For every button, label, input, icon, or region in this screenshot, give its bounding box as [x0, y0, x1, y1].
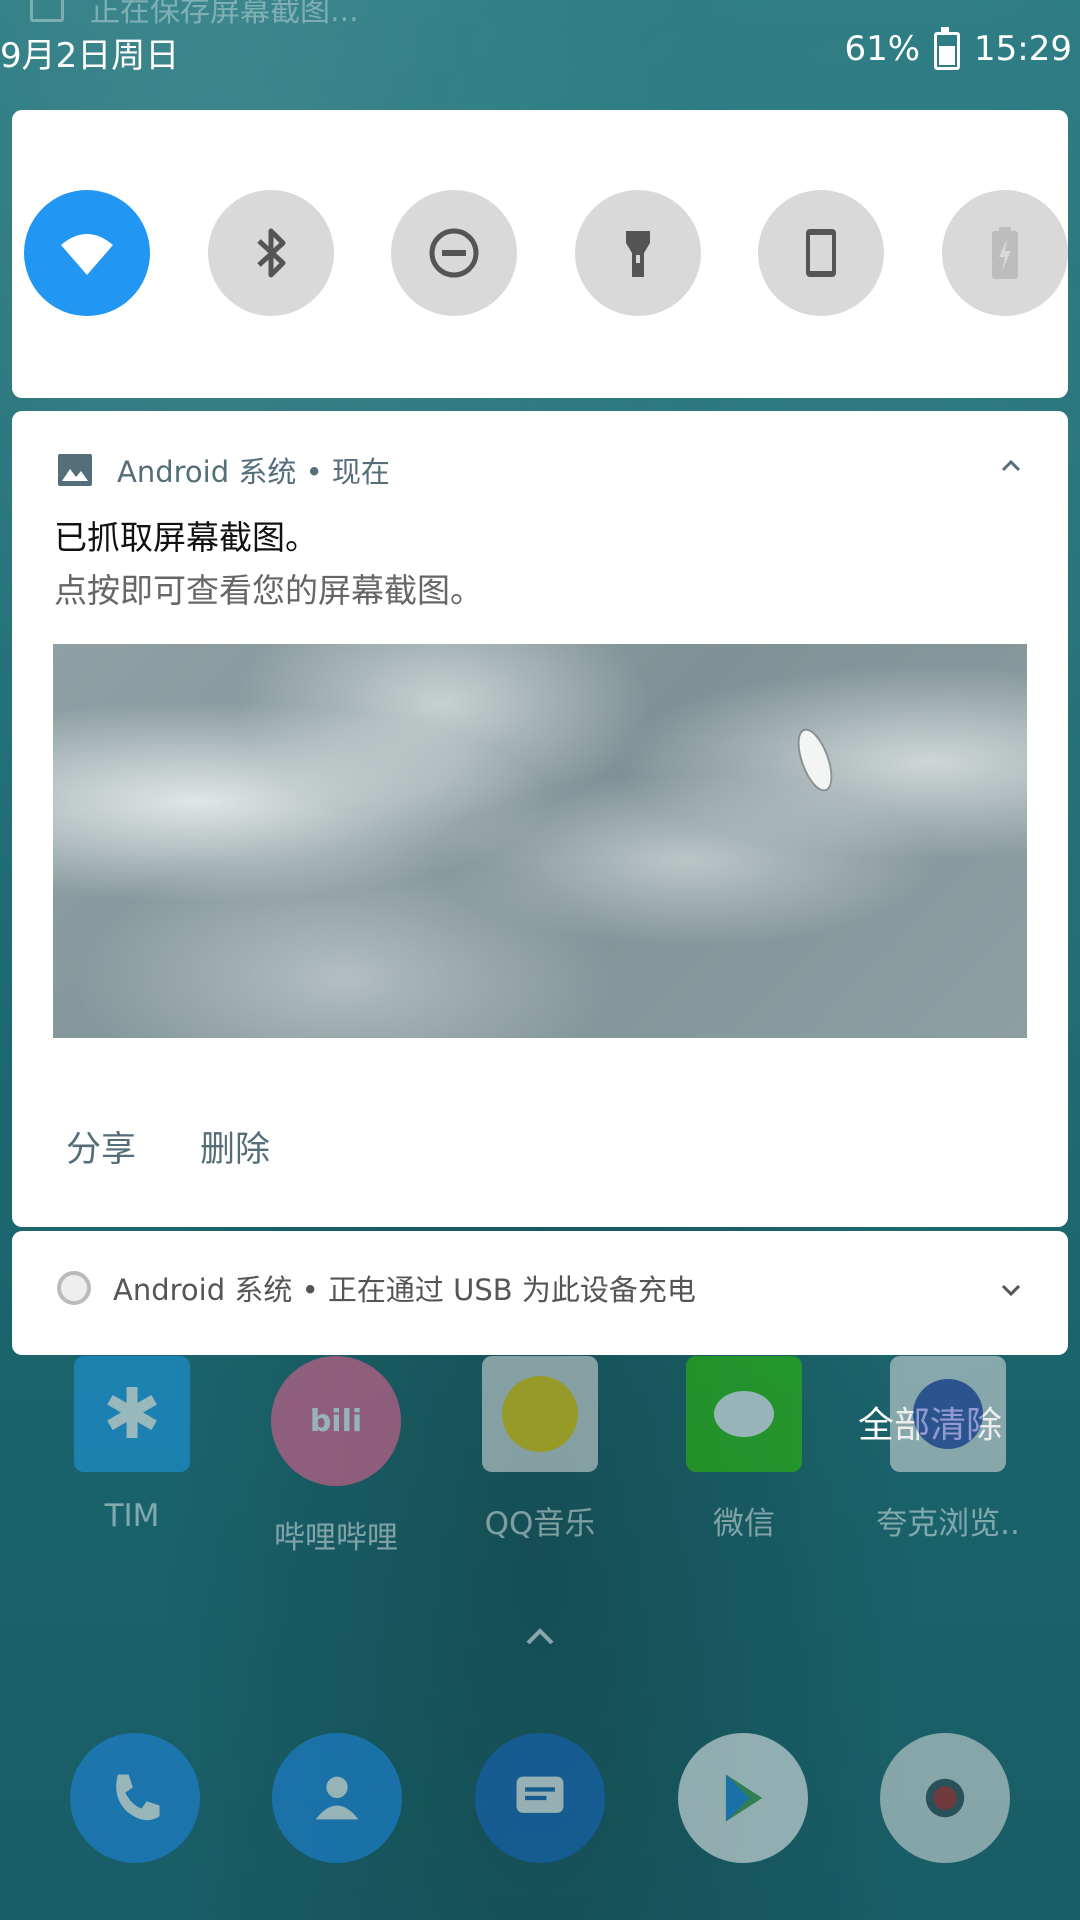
battery-charging-icon [934, 27, 961, 70]
status-date: 9月2日周日 [0, 36, 180, 76]
play-store-icon[interactable] [678, 1733, 808, 1863]
quick-settings-panel [12, 110, 1068, 398]
qs-tile-flashlight[interactable] [574, 190, 701, 316]
chevron-down-icon[interactable] [996, 1275, 1026, 1305]
quark-browser-icon [890, 1356, 1006, 1472]
delete-button[interactable]: 删除 [200, 1121, 270, 1172]
flashlight-icon [625, 231, 650, 277]
usb-icon [57, 1271, 91, 1305]
notification-app-name: Android 系统 [113, 1273, 293, 1307]
notification-text: • 正在通过 USB 为此设备充电 [301, 1273, 696, 1307]
app-label: TIM [104, 1498, 160, 1534]
qs-tile-do-not-disturb[interactable] [391, 190, 518, 316]
app-label: QQ音乐 [484, 1506, 596, 1542]
surfer-figure [793, 726, 837, 794]
status-time: 15:29 [974, 29, 1072, 69]
battery-saver-icon [991, 227, 1018, 279]
camera-icon[interactable] [880, 1733, 1010, 1863]
bilibili-icon: bili [271, 1356, 401, 1486]
phone-icon[interactable] [70, 1733, 200, 1863]
usb-charging-notification[interactable]: Android 系统 • 正在通过 USB 为此设备充电 [12, 1231, 1068, 1355]
qs-tile-bluetooth[interactable] [207, 190, 334, 316]
screenshot-notification[interactable]: Android 系统 • 现在 已抓取屏幕截图。 点按即可查看您的屏幕截图。 分… [12, 411, 1068, 1227]
wechat-icon [686, 1356, 802, 1472]
qq-music-icon [482, 1356, 598, 1472]
wifi-icon [61, 234, 113, 275]
notification-text: 点按即可查看您的屏幕截图。 [54, 571, 483, 610]
app-label: 夸克浏览.. [876, 1506, 1020, 1542]
notification-title: 已抓取屏幕截图。 [54, 518, 318, 557]
app-tim[interactable]: ✱ TIM [52, 1356, 212, 1534]
app-qq-music[interactable]: QQ音乐 [460, 1356, 620, 1543]
background-status-text: 正在保存屏幕截图... [90, 0, 359, 29]
messages-icon[interactable] [475, 1733, 605, 1863]
notification-time: • 现在 [305, 455, 390, 489]
image-icon [58, 454, 92, 486]
screenshot-preview-image[interactable] [53, 644, 1027, 1038]
app-drawer-chevron-up-icon[interactable] [524, 1625, 556, 1649]
app-wechat[interactable]: 微信 [664, 1356, 824, 1543]
status-bar: 9月2日周日 61% 15:29 [0, 27, 1080, 80]
qs-tile-auto-rotate[interactable] [758, 190, 885, 316]
image-icon [30, 0, 64, 22]
notification-app-name: Android 系统 [117, 455, 297, 489]
app-label: 微信 [713, 1506, 775, 1542]
share-button[interactable]: 分享 [66, 1121, 136, 1172]
bluetooth-icon [256, 228, 286, 278]
qs-tile-battery-saver[interactable] [941, 190, 1068, 316]
background-notification: 正在保存屏幕截图... [30, 0, 359, 30]
tim-icon: ✱ [74, 1356, 190, 1472]
contacts-icon[interactable] [272, 1733, 402, 1863]
phone-rotate-icon [806, 229, 837, 277]
app-label: 哔哩哔哩 [274, 1520, 398, 1556]
chevron-up-icon[interactable] [996, 451, 1026, 481]
do-not-disturb-icon [429, 228, 479, 278]
battery-percent: 61% [844, 29, 921, 69]
app-quark-browser[interactable]: 夸克浏览.. [868, 1356, 1028, 1543]
app-bilibili[interactable]: bili 哔哩哔哩 [256, 1356, 416, 1557]
qs-tile-wifi[interactable] [24, 190, 150, 316]
